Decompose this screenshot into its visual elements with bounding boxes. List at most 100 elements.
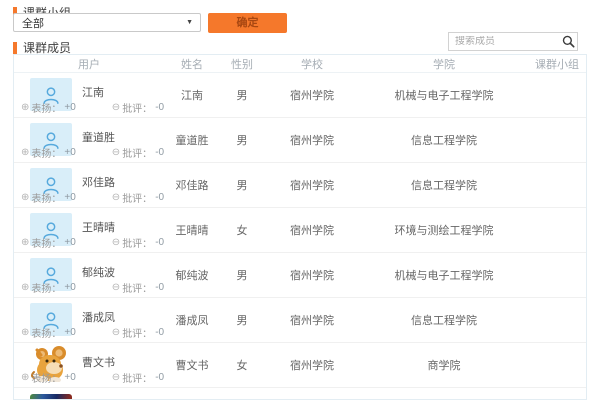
praise-label: 表扬：	[31, 280, 61, 295]
search-icon[interactable]	[559, 35, 577, 48]
criticism-icon: ⊖	[112, 327, 120, 338]
college-cell: 机械与电子工程学院	[360, 73, 528, 117]
user-cell: 曹文书 ⊕ 表扬： +0 ⊖ 批评： -0	[14, 343, 164, 387]
criticism-value: -0	[155, 147, 164, 158]
user-cell: 郁纯波 ⊕ 表扬： +0 ⊖ 批评： -0	[14, 253, 164, 297]
criticism-icon: ⊖	[112, 282, 120, 293]
gender-cell: 男	[220, 298, 264, 342]
group-select-value: 全部	[14, 15, 186, 31]
school-cell: 宿州学院	[264, 208, 360, 252]
praise-value: +0	[64, 327, 75, 338]
user-avatar-image[interactable]	[30, 394, 72, 400]
chevron-down-icon: ▼	[186, 19, 200, 26]
search-input[interactable]	[449, 36, 559, 47]
praise-label: 表扬：	[31, 235, 61, 250]
user-stats: ⊕ 表扬： +0 ⊖ 批评： -0	[21, 190, 164, 205]
group-cell	[528, 208, 586, 252]
name-cell: 王晴晴	[164, 208, 220, 252]
table-row-partial	[14, 388, 586, 400]
table-row: 邓佳路 ⊕ 表扬： +0 ⊖ 批评： -0 邓佳路 男 宿州学院 信息工程学院	[14, 163, 586, 208]
praise-label: 表扬：	[31, 190, 61, 205]
college-cell: 商学院	[360, 343, 528, 387]
table-header-row: 用户 姓名 性别 学校 学院 课群小组	[14, 55, 586, 73]
name-cell: 童道胜	[164, 118, 220, 162]
criticism-label: 批评：	[122, 325, 152, 340]
school-cell: 宿州学院	[264, 298, 360, 342]
gender-cell: 男	[220, 253, 264, 297]
praise-icon: ⊕	[21, 237, 29, 248]
table-row: 王晴晴 ⊕ 表扬： +0 ⊖ 批评： -0 王晴晴 女 宿州学院 环境与测绘工程…	[14, 208, 586, 253]
college-cell: 信息工程学院	[360, 298, 528, 342]
table-rows: 江南 ⊕ 表扬： +0 ⊖ 批评： -0 江南 男 宿州学院 机械与电子工程学院…	[14, 73, 586, 400]
header-group: 课群小组	[528, 56, 586, 72]
praise-label: 表扬：	[31, 325, 61, 340]
praise-label: 表扬：	[31, 145, 61, 160]
criticism-icon: ⊖	[112, 372, 120, 383]
praise-icon: ⊕	[21, 192, 29, 203]
criticism-label: 批评：	[122, 145, 152, 160]
user-nickname[interactable]: 江南	[82, 84, 104, 100]
gender-cell: 男	[220, 118, 264, 162]
user-cell: 邓佳路 ⊕ 表扬： +0 ⊖ 批评： -0	[14, 163, 164, 207]
user-stats: ⊕ 表扬： +0 ⊖ 批评： -0	[21, 280, 164, 295]
praise-icon: ⊕	[21, 147, 29, 158]
confirm-button[interactable]: 确定	[208, 13, 287, 33]
table-row: 江南 ⊕ 表扬： +0 ⊖ 批评： -0 江南 男 宿州学院 机械与电子工程学院	[14, 73, 586, 118]
table-row: 童道胜 ⊕ 表扬： +0 ⊖ 批评： -0 童道胜 男 宿州学院 信息工程学院	[14, 118, 586, 163]
praise-icon: ⊕	[21, 102, 29, 113]
user-stats: ⊕ 表扬： +0 ⊖ 批评： -0	[21, 235, 164, 250]
group-cell	[528, 163, 586, 207]
group-cell	[528, 118, 586, 162]
user-nickname[interactable]: 邓佳路	[82, 174, 115, 190]
praise-value: +0	[64, 237, 75, 248]
user-nickname[interactable]: 童道胜	[82, 129, 115, 145]
school-cell: 宿州学院	[264, 253, 360, 297]
criticism-label: 批评：	[122, 190, 152, 205]
user-cell: 童道胜 ⊕ 表扬： +0 ⊖ 批评： -0	[14, 118, 164, 162]
header-name: 姓名	[164, 56, 220, 72]
user-nickname[interactable]: 王晴晴	[82, 219, 115, 235]
user-nickname[interactable]: 曹文书	[82, 354, 115, 370]
user-cell: 潘成凤 ⊕ 表扬： +0 ⊖ 批评： -0	[14, 298, 164, 342]
table-row: 郁纯波 ⊕ 表扬： +0 ⊖ 批评： -0 郁纯波 男 宿州学院 机械与电子工程…	[14, 253, 586, 298]
criticism-value: -0	[155, 327, 164, 338]
table-row: 潘成凤 ⊕ 表扬： +0 ⊖ 批评： -0 潘成凤 男 宿州学院 信息工程学院	[14, 298, 586, 343]
gender-cell: 女	[220, 208, 264, 252]
name-cell: 曹文书	[164, 343, 220, 387]
header-school: 学校	[264, 56, 360, 72]
user-cell: 江南 ⊕ 表扬： +0 ⊖ 批评： -0	[14, 73, 164, 117]
member-search	[448, 32, 578, 51]
criticism-value: -0	[155, 237, 164, 248]
praise-icon: ⊕	[21, 282, 29, 293]
criticism-label: 批评：	[122, 235, 152, 250]
gender-cell: 女	[220, 343, 264, 387]
members-table: 用户 姓名 性别 学校 学院 课群小组 江南 ⊕ 表扬： +0 ⊖ 批评： -0	[13, 54, 587, 400]
praise-label: 表扬：	[31, 370, 61, 385]
user-nickname[interactable]: 潘成凤	[82, 309, 115, 325]
group-select[interactable]: 全部 ▼	[13, 13, 201, 32]
college-cell: 环境与测绘工程学院	[360, 208, 528, 252]
college-cell: 机械与电子工程学院	[360, 253, 528, 297]
header-college: 学院	[360, 56, 528, 72]
group-cell	[528, 73, 586, 117]
school-cell: 宿州学院	[264, 73, 360, 117]
group-cell	[528, 253, 586, 297]
gender-cell: 男	[220, 163, 264, 207]
user-nickname[interactable]: 郁纯波	[82, 264, 115, 280]
praise-value: +0	[64, 192, 75, 203]
criticism-label: 批评：	[122, 280, 152, 295]
name-cell: 郁纯波	[164, 253, 220, 297]
praise-value: +0	[64, 147, 75, 158]
criticism-label: 批评：	[122, 370, 152, 385]
praise-icon: ⊕	[21, 372, 29, 383]
college-cell: 信息工程学院	[360, 163, 528, 207]
criticism-icon: ⊖	[112, 102, 120, 113]
name-cell: 潘成凤	[164, 298, 220, 342]
criticism-value: -0	[155, 192, 164, 203]
school-cell: 宿州学院	[264, 343, 360, 387]
school-cell: 宿州学院	[264, 163, 360, 207]
name-cell: 邓佳路	[164, 163, 220, 207]
praise-label: 表扬：	[31, 100, 61, 115]
criticism-value: -0	[155, 282, 164, 293]
criticism-label: 批评：	[122, 100, 152, 115]
